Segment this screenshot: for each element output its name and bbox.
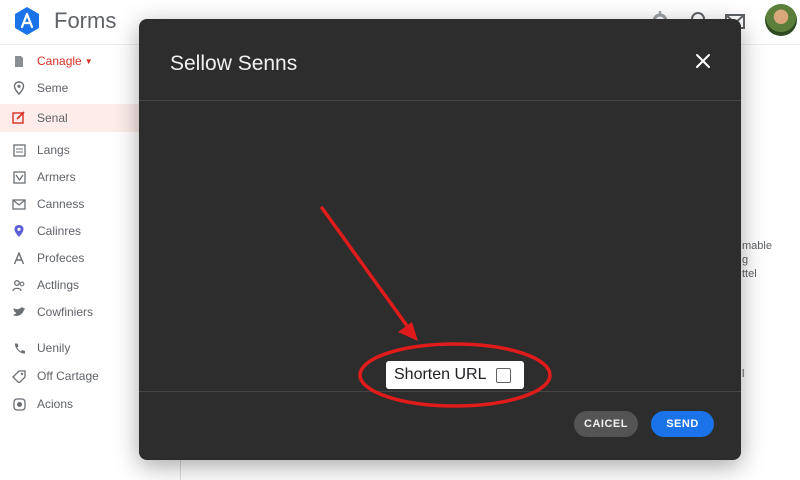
- phone-icon: [12, 341, 26, 355]
- background-text: ttel: [742, 268, 757, 280]
- sidebar-item-actlings[interactable]: Actlings: [0, 272, 140, 298]
- dialog-title: Sellow Senns: [170, 52, 298, 75]
- sidebar-item-label: Profeces: [37, 251, 85, 265]
- close-icon[interactable]: [691, 49, 715, 73]
- divider: [180, 460, 199, 480]
- sidebar-item-label: Uenily: [37, 341, 71, 355]
- sidebar-item-label: Off Cartage: [37, 369, 99, 383]
- sidebar-item-canagle[interactable]: Canagle ▼: [0, 48, 140, 74]
- sidebar-item-acions[interactable]: Acions: [0, 391, 140, 417]
- bird-icon: [12, 305, 26, 319]
- location-pin-icon: [12, 81, 26, 95]
- sidebar-item-langs[interactable]: Langs: [0, 137, 140, 163]
- send-button[interactable]: SEND: [651, 411, 714, 437]
- mail-icon: [12, 197, 26, 211]
- chevron-down-icon: ▼: [84, 56, 93, 66]
- dialog-divider: [139, 100, 741, 101]
- app-icon: [12, 397, 26, 411]
- app-title: Forms: [54, 8, 117, 33]
- avatar[interactable]: [765, 4, 797, 36]
- sidebar-item-cowfiniers[interactable]: Cowfiniers: [0, 299, 140, 325]
- sidebar-item-label: Acions: [37, 397, 74, 411]
- sidebar: Canagle ▼ Seme Senal Langs Armers Cannes…: [0, 44, 140, 480]
- list-icon: [12, 143, 26, 157]
- background-text: g: [742, 254, 749, 266]
- sidebar-item-label: Cowfiniers: [37, 305, 94, 319]
- sidebar-item-profeces[interactable]: Profeces: [0, 245, 140, 271]
- sidebar-item-canness[interactable]: Canness: [0, 191, 140, 217]
- sidebar-item-senal[interactable]: Senal: [0, 104, 140, 132]
- people-icon: [12, 278, 26, 292]
- sidebar-item-uenily[interactable]: Uenily: [0, 335, 140, 361]
- background-text: mable: [742, 240, 772, 252]
- sidebar-item-label: Senal: [37, 111, 68, 125]
- dialog-divider: [139, 391, 741, 392]
- sidebar-item-label: Armers: [37, 170, 76, 184]
- location-pin-icon: [12, 224, 26, 238]
- shorten-url-label: Shorten URL: [394, 366, 487, 383]
- cancel-button[interactable]: CAICEL: [574, 411, 638, 437]
- sidebar-item-label: Langs: [37, 143, 70, 157]
- background-text: l: [742, 368, 745, 380]
- tag-icon: [12, 369, 26, 383]
- sidebar-item-calinres[interactable]: Calinres: [0, 218, 140, 244]
- sidebar-item-seme[interactable]: Seme: [0, 75, 140, 101]
- sidebar-item-label: Seme: [37, 81, 69, 95]
- sidebar-item-label: Canness: [37, 197, 85, 211]
- sidebar-item-label: Actlings: [37, 278, 80, 292]
- image-icon: [12, 170, 26, 184]
- share-dialog: Sellow Senns Shorten URL CAICEL SEND: [139, 19, 741, 460]
- shorten-url-checkbox[interactable]: [495, 367, 511, 383]
- sidebar-item-armers[interactable]: Armers: [0, 164, 140, 190]
- shorten-url-option[interactable]: Shorten URL: [386, 361, 524, 389]
- sidebar-item-off-cartage[interactable]: Off Cartage: [0, 363, 140, 389]
- app-logo-icon[interactable]: [12, 6, 42, 36]
- document-icon: [12, 54, 26, 68]
- edit-icon: [12, 111, 26, 125]
- font-icon: [12, 251, 26, 265]
- sidebar-item-label: Calinres: [37, 224, 82, 238]
- sidebar-item-label: Canagle: [37, 54, 82, 68]
